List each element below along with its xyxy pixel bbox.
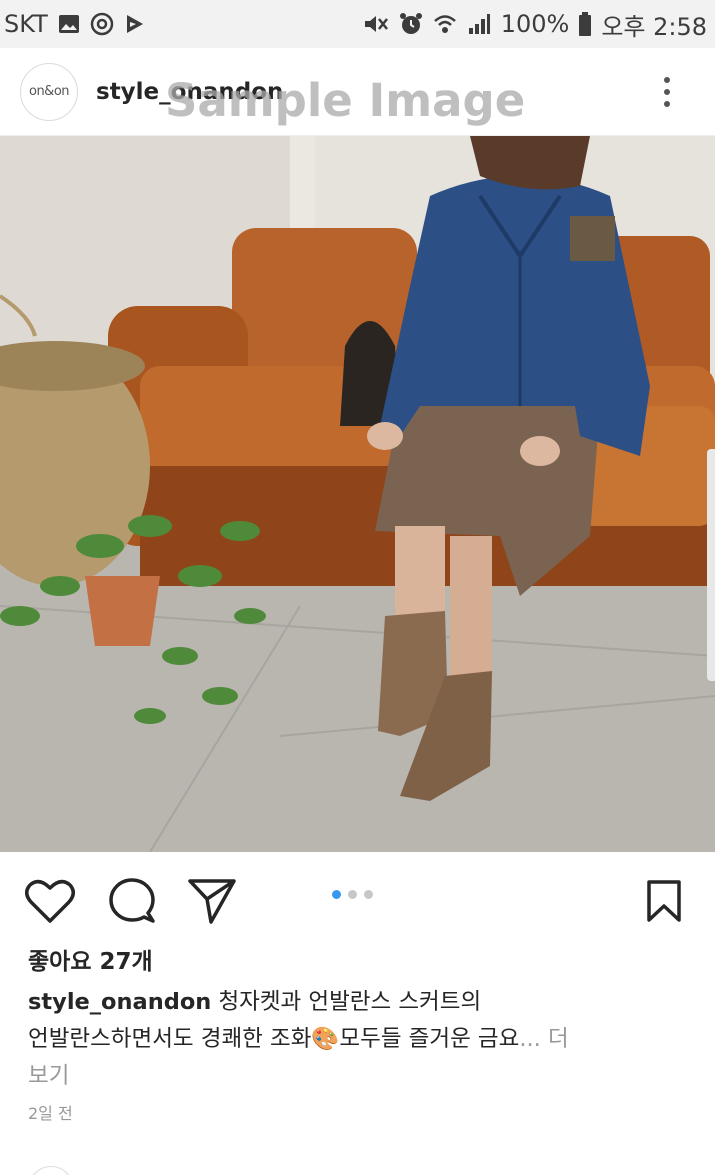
side-scroll-handle[interactable] (707, 449, 715, 681)
action-bar (0, 852, 715, 944)
post-time: 2일 전 (28, 1104, 73, 1123)
sync-icon (90, 12, 114, 36)
carousel-dot-3 (364, 890, 373, 899)
palette-emoji: 🎨 (311, 1026, 340, 1052)
carrier-label: SKT (4, 10, 48, 38)
next-post-avatar[interactable] (28, 1166, 74, 1175)
battery-percent: 100% (500, 10, 570, 38)
play-store-icon (124, 13, 146, 35)
caption-text-line2: 언발란스하면서도 경쾌한 조화 (28, 1026, 312, 1052)
profile-avatar[interactable]: on&on (20, 62, 78, 121)
post-header: on&on style_onandon Sample Image (0, 48, 715, 136)
more-options-icon[interactable] (659, 68, 675, 116)
save-bookmark-icon[interactable] (638, 876, 690, 926)
battery-icon (579, 12, 592, 36)
avatar-logo-text: on&on (28, 84, 70, 99)
gallery-icon (58, 14, 80, 34)
caption-text-line1: 청자켓과 언발란스 스커트의 (211, 989, 482, 1015)
alarm-icon (399, 12, 423, 36)
carousel-dot-2 (348, 890, 357, 899)
caption-ellipsis: ... (519, 1026, 541, 1052)
status-left: SKT (4, 10, 146, 38)
mute-icon (363, 13, 389, 35)
signal-icon (467, 13, 491, 35)
caption-text-line2b: 모두들 즐거운 금요 (339, 1026, 520, 1052)
username-link[interactable]: style_onandon (96, 79, 283, 105)
carousel-dot-1 (332, 890, 341, 899)
status-right: 100% 오후 2:58 (363, 7, 707, 42)
carousel-indicator (332, 890, 373, 899)
comment-bubble-icon[interactable] (106, 876, 158, 926)
more-link-part2[interactable]: 보기 (28, 1063, 69, 1089)
like-heart-icon[interactable] (24, 876, 76, 926)
post-photo[interactable] (0, 136, 715, 852)
more-link-part1[interactable]: 더 (541, 1026, 569, 1052)
share-send-icon[interactable] (186, 876, 238, 926)
wifi-icon (433, 13, 457, 35)
photo-illustration (0, 136, 715, 852)
post-caption: style_onandon 청자켓과 언발란스 스커트의 언발란스하면서도 경쾌… (28, 984, 668, 1095)
caption-username[interactable]: style_onandon (28, 989, 211, 1015)
status-bar: SKT 100% 오후 2:58 (0, 0, 715, 48)
clock: 오후 2:58 (601, 12, 707, 41)
likes-count[interactable]: 좋아요 27개 (28, 942, 153, 976)
